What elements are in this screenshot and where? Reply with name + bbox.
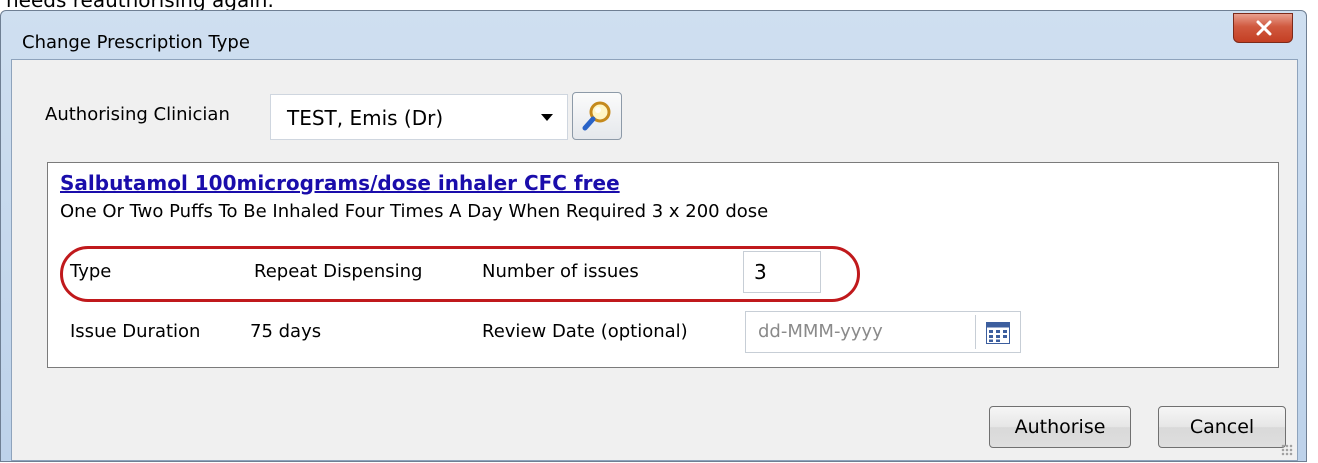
review-date-placeholder: dd-MMM-yyyy <box>758 321 883 342</box>
medication-name-link[interactable]: Salbutamol 100micrograms/dose inhaler CF… <box>60 171 620 195</box>
authorise-button[interactable]: Authorise <box>989 406 1131 448</box>
authorising-clinician-value: TEST, Emis (Dr) <box>287 106 444 130</box>
type-label: Type <box>70 261 112 282</box>
chevron-down-icon <box>541 114 553 121</box>
type-value: Repeat Dispensing <box>254 261 423 282</box>
highlight-ellipse <box>60 246 860 302</box>
medication-dosage: One Or Two Puffs To Be Inhaled Four Time… <box>60 201 769 222</box>
review-date-label: Review Date (optional) <box>482 321 688 342</box>
issue-duration-value: 75 days <box>250 321 322 342</box>
review-date-input[interactable]: dd-MMM-yyyy <box>745 311 1021 353</box>
magnifier-icon <box>582 101 611 131</box>
issue-duration-label: Issue Duration <box>70 321 201 342</box>
close-button[interactable] <box>1233 13 1293 43</box>
calendar-icon[interactable] <box>986 322 1010 344</box>
authorising-clinician-label: Authorising Clinician <box>45 104 230 125</box>
authorising-clinician-dropdown[interactable]: TEST, Emis (Dr) <box>270 94 568 140</box>
date-divider <box>975 315 976 349</box>
cancel-button[interactable]: Cancel <box>1158 406 1286 448</box>
medication-panel: Salbutamol 100micrograms/dose inhaler CF… <box>47 162 1279 368</box>
number-of-issues-input[interactable]: 3 <box>743 251 821 293</box>
dialog-body: Authorising Clinician TEST, Emis (Dr) Sa… <box>11 59 1298 461</box>
number-of-issues-label: Number of issues <box>482 261 639 282</box>
title-bar: Change Prescription Type <box>1 11 1306 61</box>
clinician-search-button[interactable] <box>572 92 622 140</box>
close-icon <box>1256 20 1272 36</box>
dialog-title: Change Prescription Type <box>22 32 250 53</box>
change-prescription-dialog: Change Prescription Type Authorising Cli… <box>0 10 1307 462</box>
resize-grip[interactable] <box>1281 444 1293 456</box>
